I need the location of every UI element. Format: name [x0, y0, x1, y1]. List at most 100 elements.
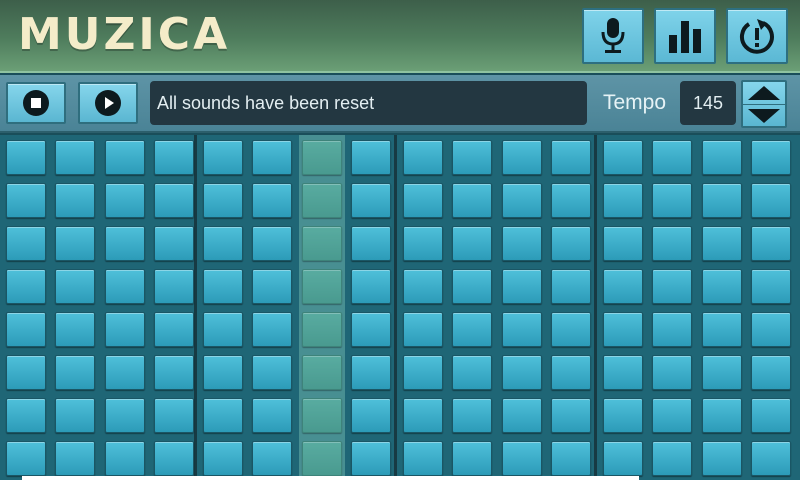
sound-pad[interactable] — [6, 441, 46, 476]
equalizer-button[interactable] — [654, 8, 716, 64]
sound-pad[interactable] — [452, 140, 492, 175]
sound-pad[interactable] — [351, 398, 391, 433]
sound-pad[interactable] — [702, 226, 742, 261]
sound-pad[interactable] — [403, 140, 443, 175]
sound-pad[interactable] — [105, 355, 145, 390]
sound-pad[interactable] — [105, 183, 145, 218]
sound-pad[interactable] — [302, 269, 342, 304]
sound-pad[interactable] — [154, 183, 194, 218]
sound-pad[interactable] — [105, 312, 145, 347]
sound-pad[interactable] — [403, 312, 443, 347]
sound-pad[interactable] — [203, 441, 243, 476]
sound-pad[interactable] — [551, 355, 591, 390]
sound-pad[interactable] — [302, 226, 342, 261]
sound-pad[interactable] — [652, 269, 692, 304]
sound-pad[interactable] — [351, 312, 391, 347]
sound-pad[interactable] — [502, 269, 542, 304]
sound-pad[interactable] — [551, 441, 591, 476]
sound-pad[interactable] — [6, 398, 46, 433]
sound-pad[interactable] — [252, 312, 292, 347]
sound-pad[interactable] — [351, 183, 391, 218]
scrollbar[interactable] — [22, 476, 639, 480]
sound-pad[interactable] — [502, 226, 542, 261]
sound-pad[interactable] — [502, 312, 542, 347]
sound-pad[interactable] — [403, 355, 443, 390]
sound-pad[interactable] — [751, 140, 791, 175]
sound-pad[interactable] — [652, 140, 692, 175]
sound-pad[interactable] — [6, 269, 46, 304]
sound-pad[interactable] — [55, 269, 95, 304]
sound-pad[interactable] — [252, 183, 292, 218]
sound-pad[interactable] — [252, 441, 292, 476]
sound-pad[interactable] — [351, 269, 391, 304]
sound-pad[interactable] — [652, 183, 692, 218]
sound-pad[interactable] — [702, 269, 742, 304]
sound-pad[interactable] — [502, 441, 542, 476]
sound-pad[interactable] — [154, 140, 194, 175]
sound-pad[interactable] — [6, 226, 46, 261]
sound-pad[interactable] — [302, 140, 342, 175]
sound-pad[interactable] — [252, 140, 292, 175]
sound-pad[interactable] — [55, 140, 95, 175]
sound-pad[interactable] — [403, 441, 443, 476]
sound-pad[interactable] — [302, 183, 342, 218]
sound-pad[interactable] — [55, 312, 95, 347]
sound-pad[interactable] — [154, 312, 194, 347]
sound-pad[interactable] — [502, 140, 542, 175]
sound-pad[interactable] — [702, 183, 742, 218]
sound-pad[interactable] — [551, 226, 591, 261]
sound-pad[interactable] — [252, 226, 292, 261]
sound-pad[interactable] — [551, 183, 591, 218]
sound-pad[interactable] — [452, 312, 492, 347]
sound-pad[interactable] — [751, 441, 791, 476]
sound-pad[interactable] — [403, 183, 443, 218]
sound-pad[interactable] — [652, 355, 692, 390]
sound-pad[interactable] — [203, 226, 243, 261]
sound-pad[interactable] — [154, 355, 194, 390]
sound-pad[interactable] — [302, 398, 342, 433]
sound-pad[interactable] — [502, 398, 542, 433]
sound-pad[interactable] — [203, 355, 243, 390]
sound-pad[interactable] — [55, 226, 95, 261]
sound-pad[interactable] — [351, 226, 391, 261]
sound-pad[interactable] — [603, 398, 643, 433]
sound-pad[interactable] — [203, 269, 243, 304]
sound-pad[interactable] — [751, 398, 791, 433]
sound-pad[interactable] — [603, 269, 643, 304]
sound-pad[interactable] — [603, 312, 643, 347]
sound-pad[interactable] — [452, 226, 492, 261]
sound-pad[interactable] — [652, 441, 692, 476]
sound-pad[interactable] — [502, 355, 542, 390]
sound-pad[interactable] — [452, 398, 492, 433]
tempo-decrease-button[interactable] — [743, 104, 785, 126]
sound-pad[interactable] — [452, 269, 492, 304]
sound-pad[interactable] — [751, 183, 791, 218]
sound-pad[interactable] — [154, 398, 194, 433]
sound-pad[interactable] — [55, 183, 95, 218]
sound-pad[interactable] — [751, 269, 791, 304]
sound-pad[interactable] — [452, 355, 492, 390]
sound-pad[interactable] — [502, 183, 542, 218]
sound-pad[interactable] — [403, 269, 443, 304]
sound-pad[interactable] — [603, 183, 643, 218]
sound-pad[interactable] — [252, 355, 292, 390]
sound-pad[interactable] — [154, 269, 194, 304]
sound-pad[interactable] — [751, 312, 791, 347]
sound-pad[interactable] — [203, 183, 243, 218]
sound-pad[interactable] — [6, 312, 46, 347]
sound-pad[interactable] — [603, 140, 643, 175]
sound-pad[interactable] — [351, 355, 391, 390]
sound-pad[interactable] — [252, 398, 292, 433]
sound-pad[interactable] — [551, 140, 591, 175]
sound-pad[interactable] — [702, 312, 742, 347]
sound-pad[interactable] — [105, 398, 145, 433]
sound-pad[interactable] — [105, 441, 145, 476]
sound-pad[interactable] — [652, 398, 692, 433]
sound-pad[interactable] — [55, 355, 95, 390]
sound-pad[interactable] — [751, 355, 791, 390]
sound-pad[interactable] — [252, 269, 292, 304]
sound-pad[interactable] — [702, 140, 742, 175]
sound-pad[interactable] — [154, 226, 194, 261]
sound-pad[interactable] — [702, 355, 742, 390]
sound-pad[interactable] — [702, 398, 742, 433]
